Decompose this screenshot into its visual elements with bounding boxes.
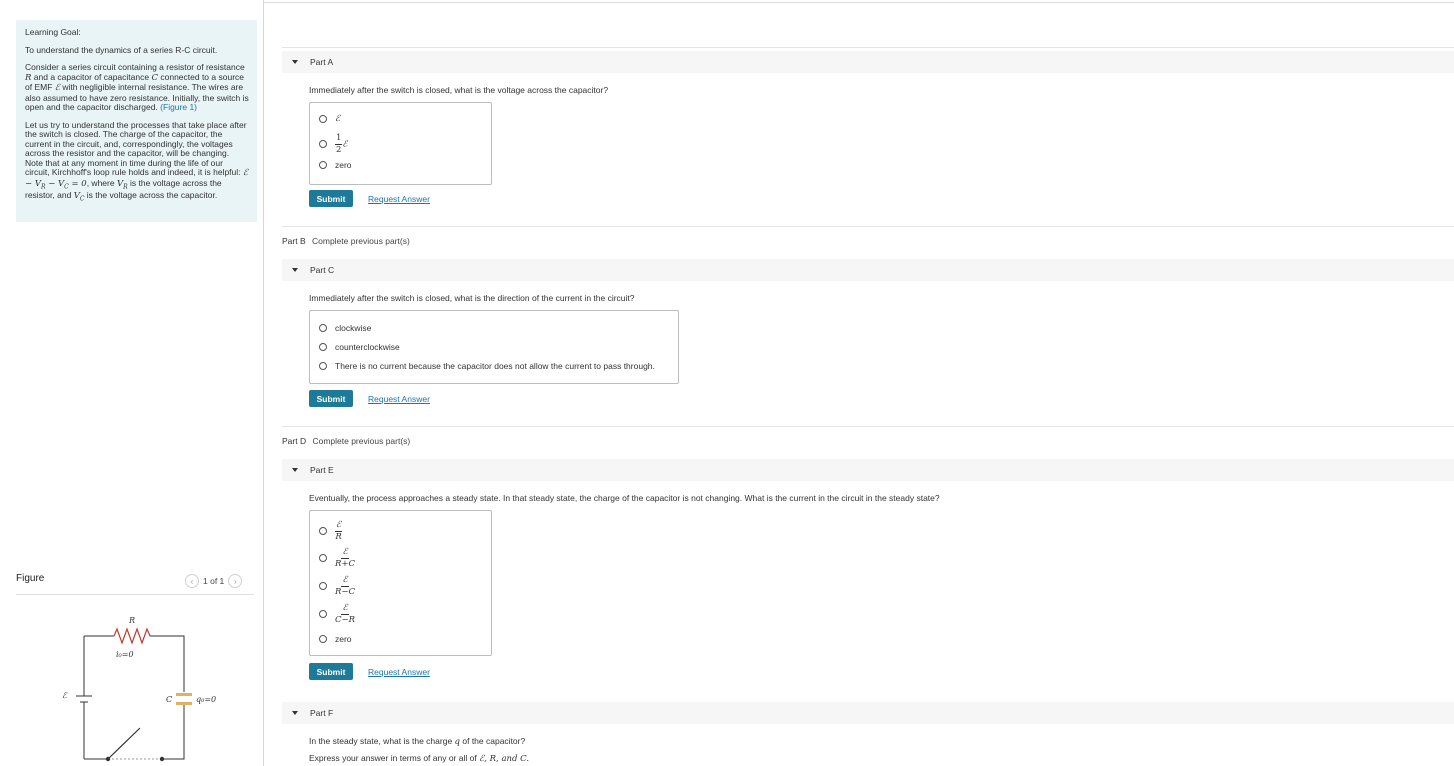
collapse-triangle-icon (292, 468, 298, 472)
part-f-label: Part F (310, 708, 334, 718)
radio-button[interactable] (319, 161, 327, 169)
figure-title: Figure (16, 573, 45, 584)
capacitor-top-plate (176, 693, 192, 696)
part-e-option-5[interactable]: zero (319, 634, 352, 644)
switch-lever (107, 727, 141, 760)
part-c-question: Immediately after the switch is closed, … (309, 293, 635, 303)
part-c-option-2[interactable]: counterclockwise (319, 342, 400, 352)
part-e-request-answer-link[interactable]: Request Answer (368, 667, 430, 677)
part-a-option-2[interactable]: 12ℰ (319, 134, 348, 154)
capacitor-label: C (166, 695, 172, 704)
figure-page-count: 1 of 1 (203, 576, 225, 586)
radio-button[interactable] (319, 324, 327, 332)
part-c-submit-button[interactable]: Submit (309, 390, 353, 407)
radio-button[interactable] (319, 610, 327, 618)
switch-pivot (105, 756, 111, 762)
part-c-options: clockwise counterclockwise There is no c… (309, 310, 679, 384)
radio-button[interactable] (319, 582, 327, 590)
right-wire (162, 705, 185, 760)
part-a-option-1[interactable]: ℰ (319, 114, 340, 124)
part-a-question: Immediately after the switch is closed, … (309, 85, 609, 95)
part-a-request-answer-link[interactable]: Request Answer (368, 194, 430, 204)
collapse-triangle-icon (292, 268, 298, 272)
resistor-label: R (128, 616, 135, 625)
part-e-option-3[interactable]: ℰ R−C (319, 576, 355, 596)
part-b-divider (282, 226, 1454, 227)
prev-figure-button[interactable]: ‹ (185, 574, 199, 588)
part-f-instructions: Express your answer in terms of any or a… (309, 753, 530, 764)
resistor-zigzag (113, 627, 151, 645)
part-f-question: In the steady state, what is the charge … (309, 736, 526, 747)
part-c-option-3[interactable]: There is no current because the capacito… (319, 361, 655, 371)
learning-goal-paragraph-3: Let us try to understand the processes t… (25, 119, 249, 203)
figure-pager: ‹ 1 of 1 › (185, 574, 243, 588)
part-a-submit-button[interactable]: Submit (309, 190, 353, 207)
figure-1-link[interactable]: (Figure 1) (160, 102, 197, 112)
learning-goal-panel: Learning Goal: To understand the dynamic… (16, 20, 257, 222)
part-e-question: Eventually, the process approaches a ste… (309, 493, 940, 503)
radio-button[interactable] (319, 527, 327, 535)
chevron-left-icon: ‹ (190, 576, 194, 586)
emf-label: ℰ (62, 691, 68, 700)
part-c-header[interactable]: Part C (282, 259, 1454, 281)
part-e-option-1[interactable]: ℰR (319, 521, 343, 541)
learning-goal-heading: Learning Goal: (25, 27, 81, 37)
top-wire-right (150, 635, 185, 692)
next-figure-button[interactable]: › (228, 574, 243, 588)
part-e-label: Part E (310, 465, 334, 475)
learning-goal-intro: To understand the dynamics of a series R… (25, 44, 218, 55)
radio-button[interactable] (319, 635, 327, 643)
collapse-triangle-icon (292, 60, 298, 64)
part-a-header[interactable]: Part A (282, 51, 1454, 73)
radio-button[interactable] (319, 140, 327, 148)
part-d-collapsed[interactable]: Part D Complete previous part(s) (282, 436, 410, 446)
part-a-option-3[interactable]: zero (319, 160, 352, 170)
top-rule (264, 2, 1454, 3)
part-c-option-1[interactable]: clockwise (319, 323, 371, 333)
part-d-divider (282, 426, 1454, 427)
part-d-status: Complete previous part(s) (312, 436, 411, 446)
part-f-header[interactable]: Part F (282, 702, 1454, 724)
part-b-label: Part B (282, 236, 306, 246)
collapse-triangle-icon (292, 711, 298, 715)
radio-button[interactable] (319, 362, 327, 370)
part-b-status: Complete previous part(s) (312, 236, 410, 246)
initial-charge-label: q₀=0 (196, 695, 216, 704)
switch-contact (159, 756, 165, 762)
part-e-header[interactable]: Part E (282, 459, 1454, 481)
part-c-label: Part C (310, 265, 335, 275)
capacitor-bottom-plate (176, 702, 192, 705)
part-e-option-2[interactable]: ℰ R+C (319, 548, 355, 568)
part-a-divider (282, 47, 1454, 48)
radio-button[interactable] (319, 554, 327, 562)
part-b-collapsed[interactable]: Part B Complete previous part(s) (282, 236, 410, 246)
initial-current-label: i₀=0 (116, 650, 134, 659)
part-a-options: ℰ 12ℰ zero (309, 102, 492, 185)
part-e-submit-button[interactable]: Submit (309, 663, 353, 680)
panel-divider (263, 0, 264, 766)
part-e-options: ℰR ℰ R+C ℰ R−C ℰ C−R zero (309, 510, 492, 656)
learning-goal-paragraph-2: Consider a series circuit containing a r… (25, 62, 249, 113)
radio-button[interactable] (319, 115, 327, 123)
rc-circuit-diagram: R i₀=0 C q₀=0 ℰ (62, 616, 216, 762)
part-e-option-4[interactable]: ℰ C−R (319, 604, 355, 624)
chevron-right-icon: › (233, 576, 237, 586)
part-d-label: Part D (282, 436, 307, 446)
radio-button[interactable] (319, 343, 327, 351)
figure-divider (16, 594, 254, 595)
part-a-label: Part A (310, 57, 334, 67)
part-c-request-answer-link[interactable]: Request Answer (368, 394, 430, 404)
